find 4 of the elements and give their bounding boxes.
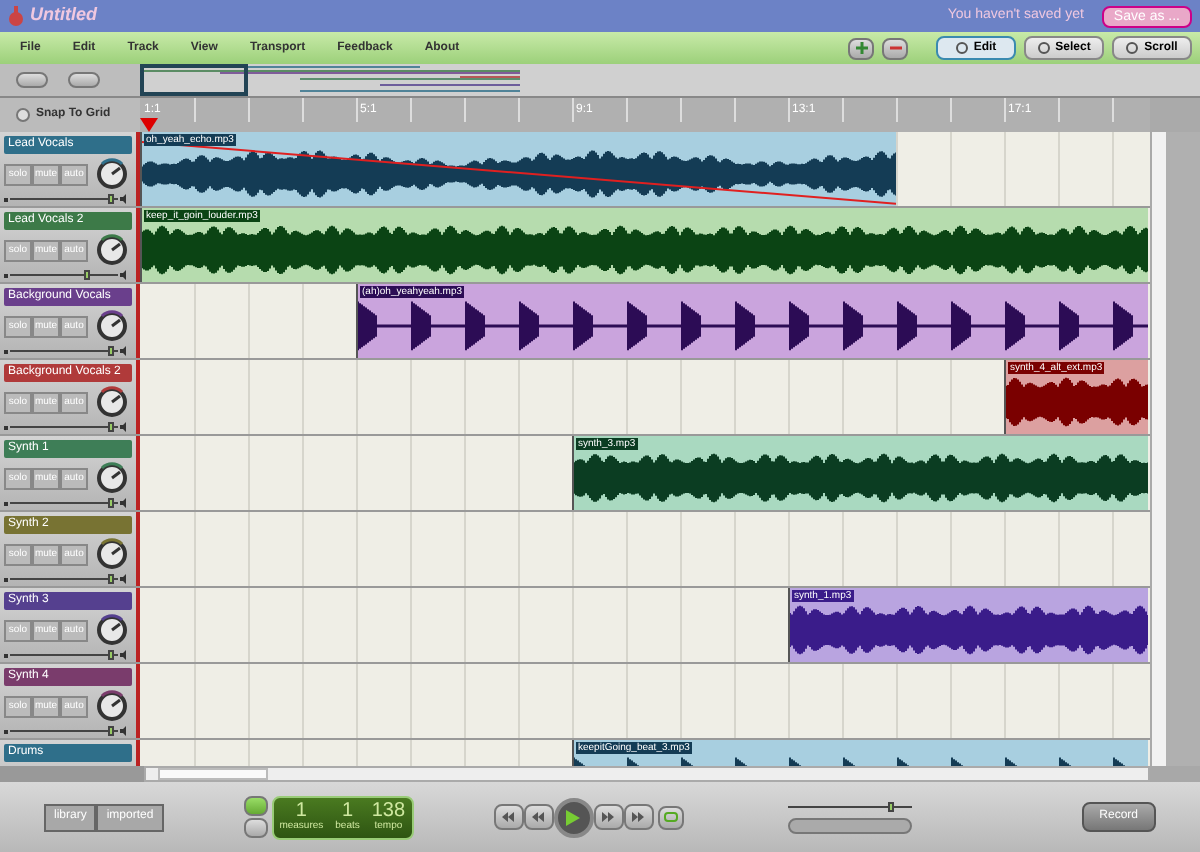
window-title: Untitled bbox=[30, 2, 97, 29]
counter-value: 138 bbox=[371, 801, 406, 821]
counter-value: 1 bbox=[295, 801, 307, 821]
counter-value: 1 bbox=[341, 801, 354, 821]
